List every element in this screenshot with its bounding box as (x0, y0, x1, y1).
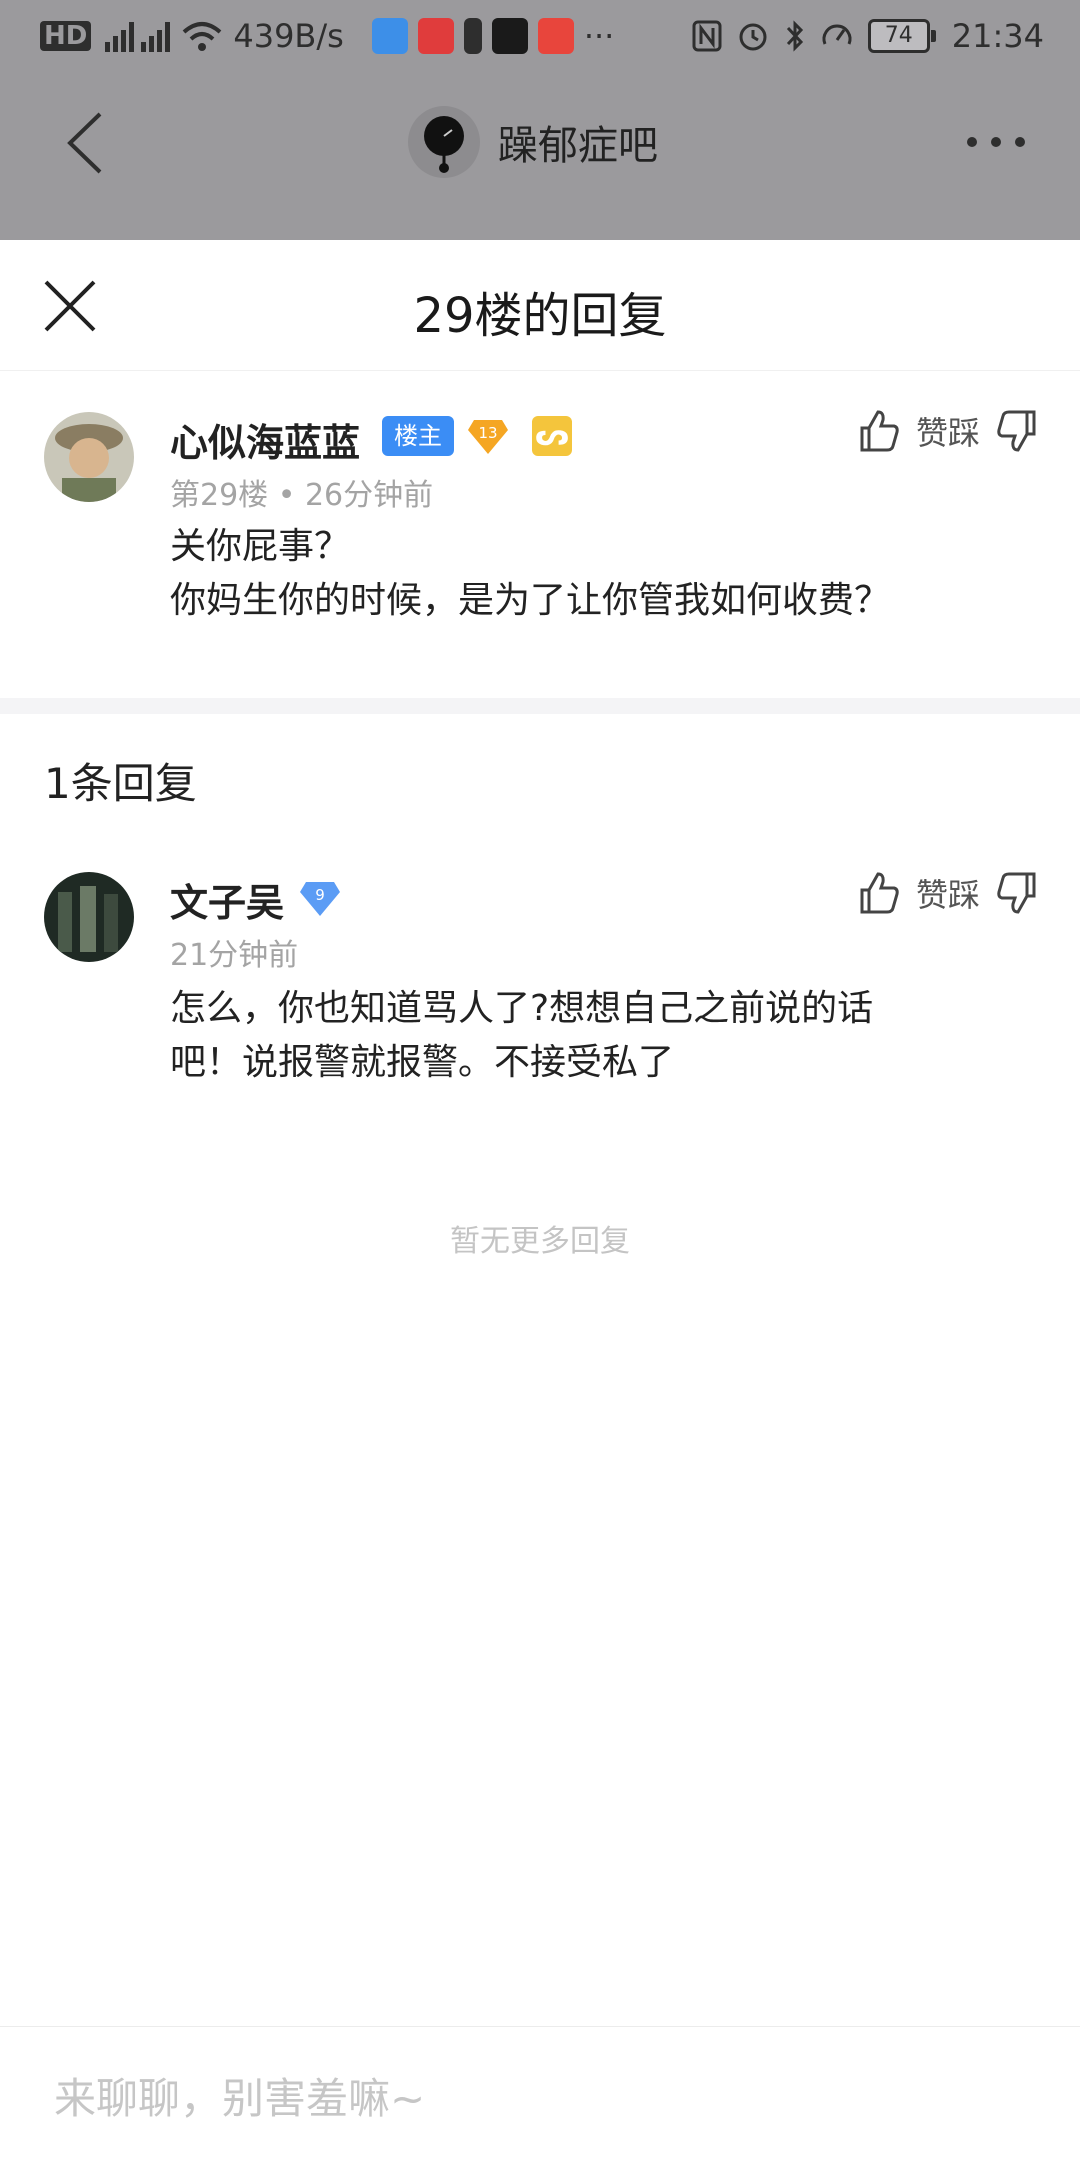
app-notification-icon (537, 18, 574, 54)
clock-logo-icon (424, 116, 464, 173)
sheet-header: 29楼的回复 (0, 240, 1080, 371)
app-notification-icon (417, 18, 454, 54)
post-meta: 第29楼 • 26分钟前 (170, 478, 434, 513)
thumbs-up-icon[interactable] (856, 408, 902, 454)
comment-input-bar (0, 2026, 1080, 2161)
clock: 21:34 (951, 17, 1044, 55)
status-left: HD 439B/s ··· (40, 14, 614, 58)
thumbs-up-icon[interactable] (856, 870, 902, 916)
signal-icon (105, 22, 171, 52)
forum-avatar (408, 106, 480, 178)
more-options-icon[interactable] (964, 122, 1028, 162)
alarm-icon (739, 23, 767, 51)
post-content-line: 你妈生你的时候，是为了让你管我如何收费？ (170, 580, 891, 621)
level-diamond-icon: 9 (300, 882, 340, 916)
app-notification-icon (371, 18, 408, 54)
back-arrow-icon[interactable] (60, 108, 120, 178)
vote-label: 赞踩 (915, 414, 980, 452)
avatar[interactable] (44, 872, 134, 962)
comment-input[interactable] (52, 2067, 1036, 2129)
battery-saver-icon (463, 18, 482, 54)
vote-control[interactable]: 赞踩 (856, 870, 1040, 916)
reply-count: 1条回复 (44, 759, 197, 808)
speed-icon (822, 24, 852, 45)
reply-item: 文子吴 9 赞踩 21分钟前 怎么，你也知道骂人了?想想自己之前说的话 吧！说报… (0, 836, 1080, 1136)
sheet-title: 29楼的回复 (413, 288, 667, 344)
section-divider (0, 698, 1080, 714)
vote-label: 赞踩 (915, 876, 980, 914)
level-number: 9 (315, 886, 325, 904)
network-speed: 439B/s (233, 17, 344, 55)
thumbs-down-icon[interactable] (994, 870, 1040, 916)
level-number: 13 (478, 424, 497, 442)
level-diamond-icon: 13 (468, 420, 508, 454)
bluetooth-icon (786, 20, 803, 52)
forum-name: 躁郁症吧 (498, 123, 658, 169)
post-username[interactable]: 心似海蓝蓝 (170, 412, 360, 467)
reply-sheet: 29楼的回复 心似海蓝蓝 楼主 13 ᔕ 赞踩 第29楼 • 26分钟前 关你屁… (0, 240, 1080, 2161)
user-avatar-image (44, 872, 134, 962)
more-notifications-icon: ··· (583, 17, 615, 55)
tiktok-icon (491, 18, 528, 54)
no-more-replies: 暂无更多回复 (450, 1224, 630, 1259)
hd-indicator: HD (40, 21, 92, 51)
wifi-icon (183, 22, 222, 51)
user-avatar-image (44, 412, 134, 502)
forum-title-group[interactable]: 躁郁症吧 (408, 102, 658, 182)
thumbs-down-icon[interactable] (994, 408, 1040, 454)
owner-badge: 楼主 (382, 416, 454, 456)
reply-time: 21分钟前 (170, 938, 299, 973)
reply-username[interactable]: 文子吴 (170, 872, 284, 927)
status-right: 74 21:34 (692, 14, 1044, 58)
reply-content-line: 怎么，你也知道骂人了?想想自己之前说的话 (170, 988, 874, 1029)
nfc-icon (692, 20, 722, 52)
reply-content-line: 吧！说报警就报警。不接受私了 (170, 1042, 675, 1083)
battery-indicator: 74 (867, 19, 936, 53)
background-page-header: HD 439B/s ··· 74 21:34 躁郁症吧 (0, 0, 1080, 240)
avatar[interactable] (44, 412, 134, 502)
post-content: 关你屁事？ 你妈生你的时候，是为了让你管我如何收费？ (170, 520, 890, 628)
status-bar: HD 439B/s ··· 74 21:34 (0, 0, 1080, 72)
member-badge-icon: ᔕ (532, 416, 572, 456)
post-content-line: 关你屁事？ (170, 526, 351, 567)
reply-content: 怎么，你也知道骂人了?想想自己之前说的话 吧！说报警就报警。不接受私了 (170, 982, 873, 1090)
forum-nav-bar: 躁郁症吧 (0, 92, 1080, 192)
vote-control[interactable]: 赞踩 (856, 408, 1040, 454)
